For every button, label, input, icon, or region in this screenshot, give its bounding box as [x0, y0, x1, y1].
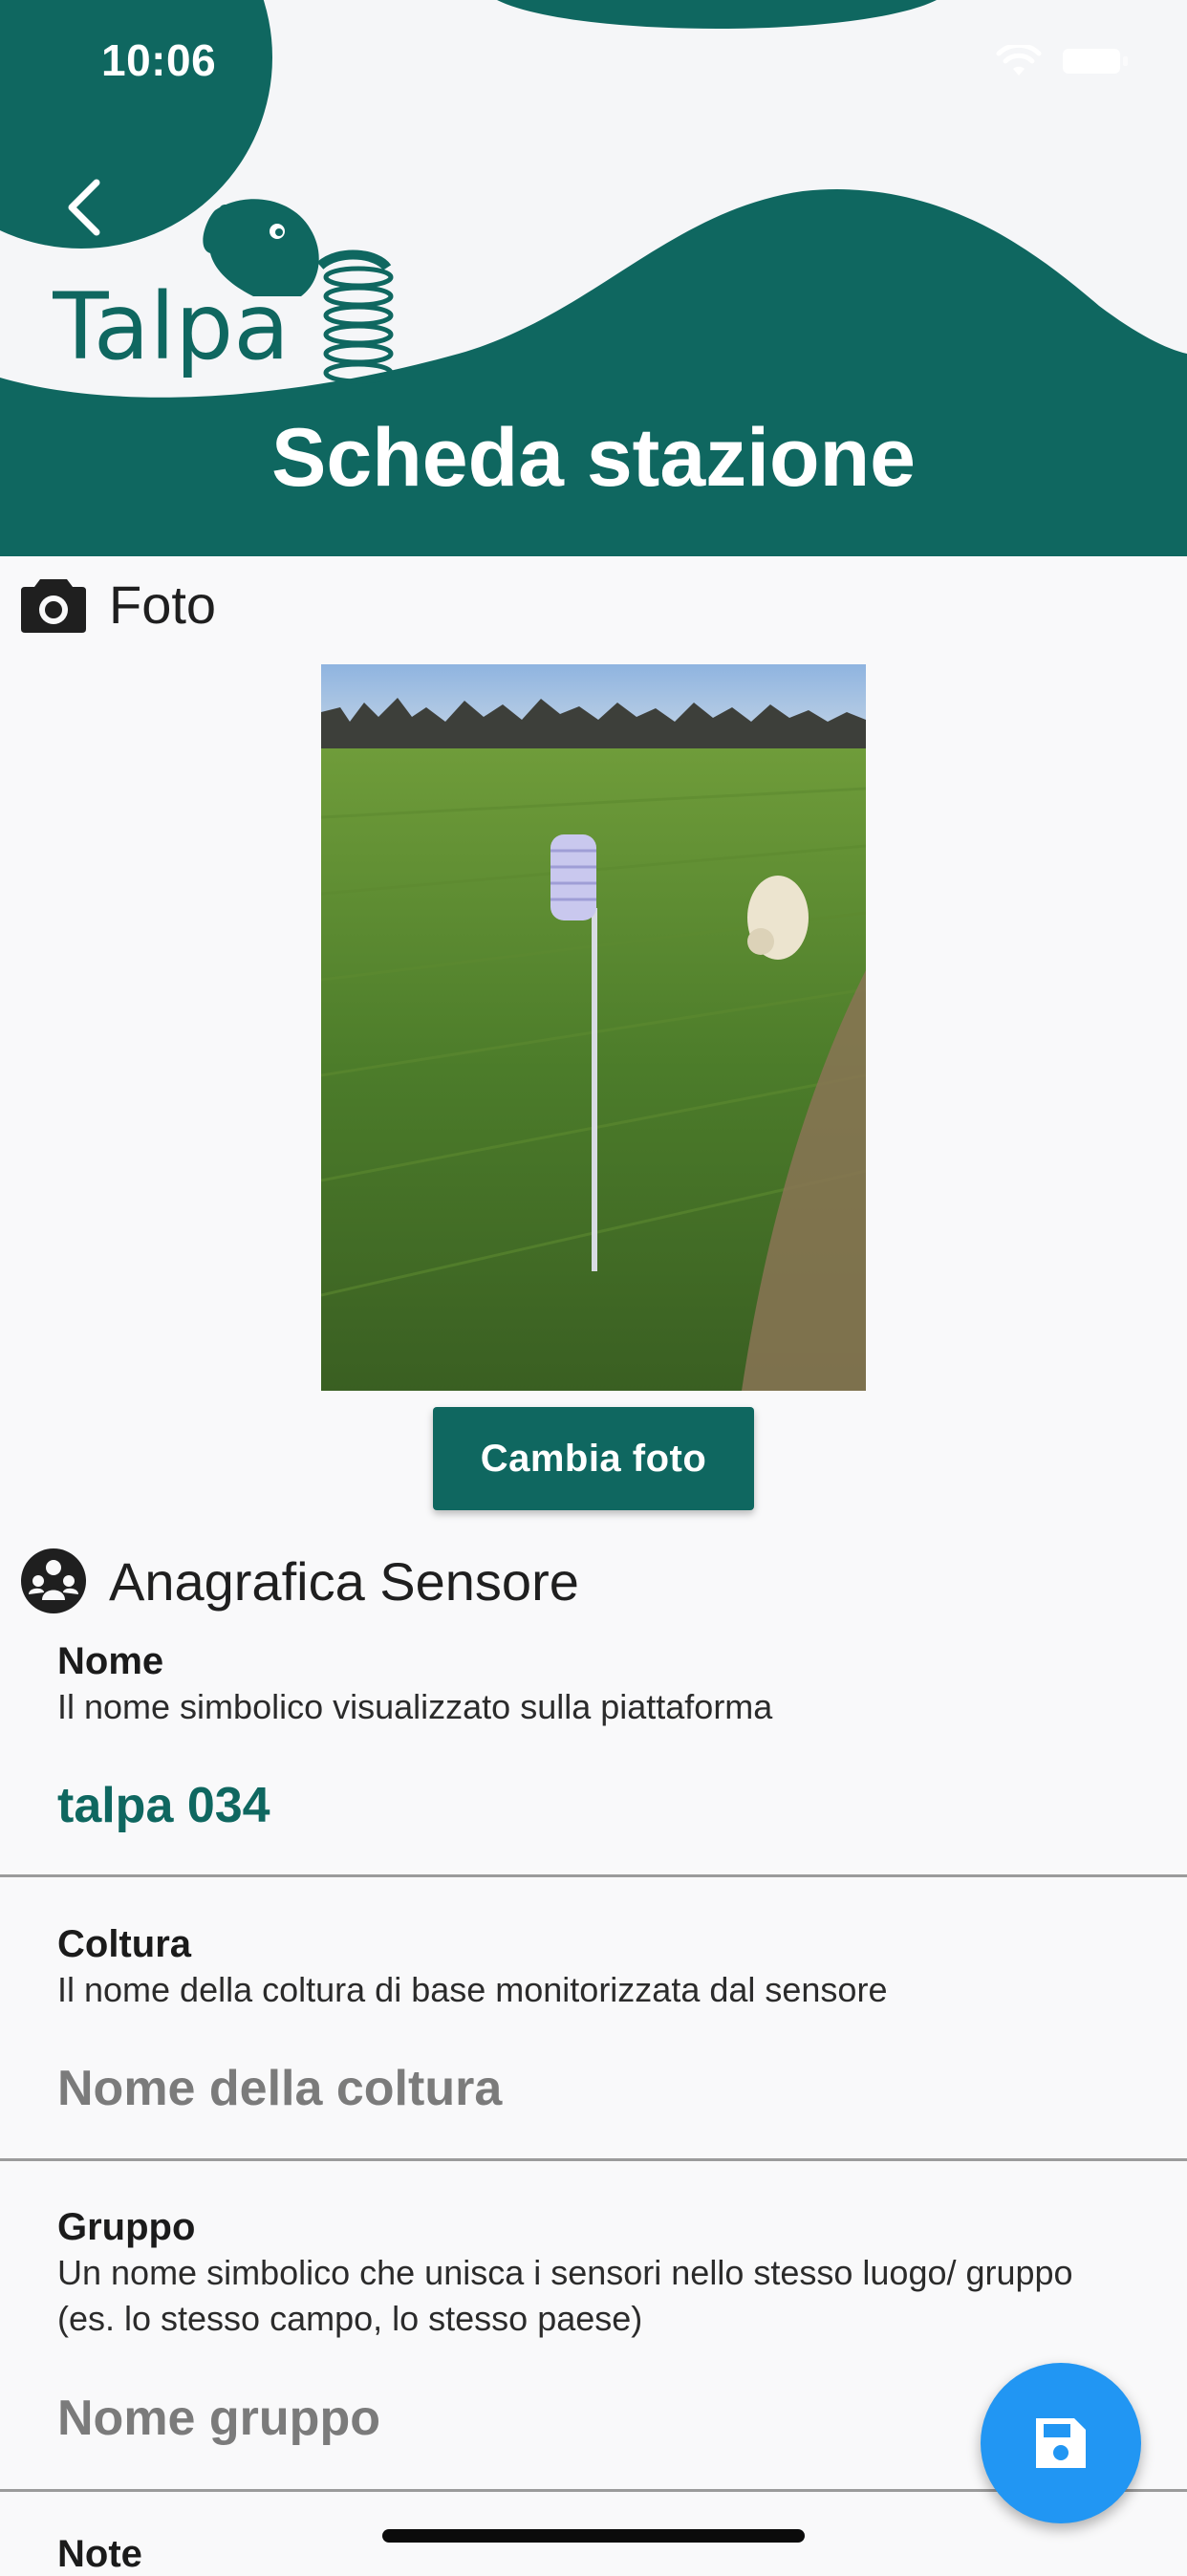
field-label-coltura: Coltura [57, 1923, 191, 1965]
wifi-icon [996, 45, 1042, 76]
field-label-note: Note [57, 2533, 142, 2575]
home-indicator [382, 2529, 805, 2543]
talpa-logo: Talpa [53, 199, 394, 384]
sensor-section-title: Anagrafica Sensore [109, 1550, 579, 1612]
field-label-gruppo: Gruppo [57, 2206, 196, 2248]
camera-icon [21, 578, 86, 633]
status-icons [996, 44, 1128, 78]
divider [0, 1874, 1187, 1877]
photo-section-header: Foto [19, 574, 216, 636]
name-input[interactable] [57, 1770, 1128, 1841]
photo-section-title: Foto [109, 574, 217, 635]
field-desc-nome: Il nome simbolico visualizzato sulla pia… [57, 1687, 773, 1726]
field-desc-coltura: Il nome della coltura di base monitorizz… [57, 1970, 888, 2009]
logo-text: Talpa [53, 273, 290, 380]
crop-input[interactable] [57, 2053, 1128, 2124]
floppy-disk-icon [1036, 2418, 1086, 2468]
status-time: 10:06 [101, 35, 217, 85]
station-photo [321, 664, 866, 1391]
field-desc-gruppo: Un nome simbolico che unisca i sensori n… [57, 2253, 1073, 2338]
battery-icon [1063, 49, 1128, 74]
divider [0, 2158, 1187, 2161]
change-photo-button[interactable]: Cambia foto [433, 1407, 754, 1510]
group-icon [21, 1548, 86, 1613]
field-label-nome: Nome [57, 1640, 164, 1682]
sensor-section-header: Anagrafica Sensore [19, 1547, 579, 1615]
save-button[interactable] [981, 2363, 1141, 2523]
group-input[interactable] [57, 2383, 1128, 2454]
page-title: Scheda stazione [271, 412, 916, 504]
